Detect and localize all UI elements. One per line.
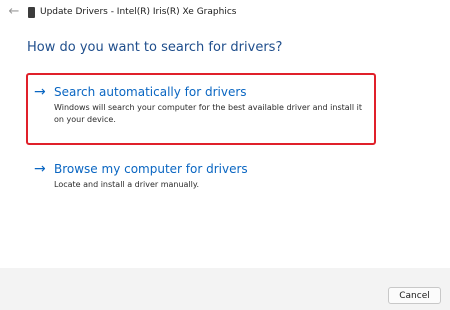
option-description: Windows will search your computer for th… [54,103,363,124]
back-arrow-icon[interactable]: ← [6,3,22,21]
dialog-footer: Cancel [0,268,450,310]
display-adapter-icon [28,7,35,18]
right-arrow-icon: → [34,161,46,177]
window-title: Update Drivers - Intel(R) Iris(R) Xe Gra… [40,7,237,17]
cancel-button[interactable]: Cancel [388,287,441,304]
option-description: Locate and install a driver manually. [54,180,200,189]
option-title: Browse my computer for drivers [54,162,248,176]
browse-computer-option[interactable]: → Browse my computer for drivers Locate … [34,161,364,193]
right-arrow-icon: → [34,84,46,100]
option-title: Search automatically for drivers [54,85,247,99]
page-heading: How do you want to search for drivers? [27,40,283,55]
title-bar: ← Update Drivers - Intel(R) Iris(R) Xe G… [0,0,450,26]
search-automatically-option[interactable]: → Search automatically for drivers Windo… [34,84,364,134]
